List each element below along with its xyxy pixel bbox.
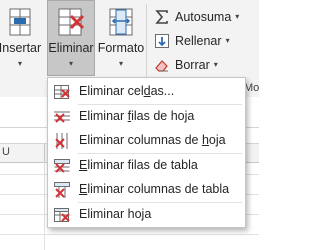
menu-item-eliminar-columnas-hoja[interactable]: Eliminar columnas de hoja <box>48 129 245 153</box>
eliminar-caret[interactable]: ▾ <box>48 59 94 68</box>
delete-table-rows-icon <box>54 159 70 173</box>
autosuma-label: Autosuma <box>175 9 232 24</box>
group-label-cut: Mo <box>244 82 260 94</box>
insertar-caret[interactable]: ▾ <box>0 59 46 68</box>
delete-cells-large-icon <box>58 8 85 36</box>
menu-item-label: Eliminar celdas... <box>79 84 175 98</box>
formato-label: Formato <box>97 41 145 55</box>
column-divider[interactable] <box>44 144 45 162</box>
delete-cells-icon <box>54 85 70 99</box>
menu-item-eliminar-filas-tabla[interactable]: Eliminar filas de tabla <box>48 154 245 178</box>
eliminar-label: Eliminar <box>48 41 94 55</box>
delete-sheet-icon <box>54 208 70 222</box>
borrar-button[interactable]: Borrar ▾ <box>153 54 218 75</box>
formato-caret[interactable]: ▾ <box>96 59 146 68</box>
delete-sheet-columns-icon <box>55 133 68 149</box>
eliminar-button[interactable]: Eliminar ▾ <box>47 0 95 76</box>
insertar-label: Insertar <box>0 41 42 55</box>
autosuma-caret[interactable]: ▾ <box>235 12 239 21</box>
borrar-label: Borrar <box>175 57 210 72</box>
insert-cells-icon <box>9 8 31 36</box>
sigma-icon <box>153 8 171 26</box>
rellenar-label: Rellenar <box>175 33 222 48</box>
menu-item-eliminar-filas-hoja[interactable]: Eliminar filas de hoja <box>48 105 245 129</box>
formato-button[interactable]: Formato ▾ <box>96 0 146 78</box>
menu-item-eliminar-celdas[interactable]: Eliminar celdas... <box>48 80 245 104</box>
rellenar-button[interactable]: Rellenar ▾ <box>153 30 230 51</box>
rellenar-caret[interactable]: ▾ <box>226 36 230 45</box>
grid-col-line <box>44 162 45 250</box>
menu-item-label: Eliminar filas de hoja <box>79 109 195 123</box>
grid-row-line <box>0 234 259 235</box>
insertar-button[interactable]: Insertar ▾ <box>0 0 46 78</box>
menu-item-eliminar-columnas-tabla[interactable]: Eliminar columnas de tabla <box>48 178 245 202</box>
column-header-label[interactable]: U <box>2 146 10 158</box>
delete-sheet-rows-icon <box>54 111 70 123</box>
menu-item-label: Eliminar hoja <box>79 207 152 221</box>
menu-item-label: Eliminar columnas de hoja <box>79 133 226 147</box>
borrar-caret[interactable]: ▾ <box>214 60 218 69</box>
autosuma-button[interactable]: Autosuma ▾ <box>153 6 239 27</box>
format-cells-icon <box>109 8 133 36</box>
eliminar-dropdown-menu: Eliminar celdas... Eliminar filas de hoj… <box>47 77 246 228</box>
eraser-icon <box>153 56 171 74</box>
menu-item-eliminar-hoja[interactable]: Eliminar hoja <box>48 203 245 227</box>
menu-item-label: Eliminar filas de tabla <box>79 158 198 172</box>
menu-item-label: Eliminar columnas de tabla <box>79 182 230 196</box>
fill-down-icon <box>153 32 171 50</box>
delete-table-columns-icon <box>54 182 70 198</box>
